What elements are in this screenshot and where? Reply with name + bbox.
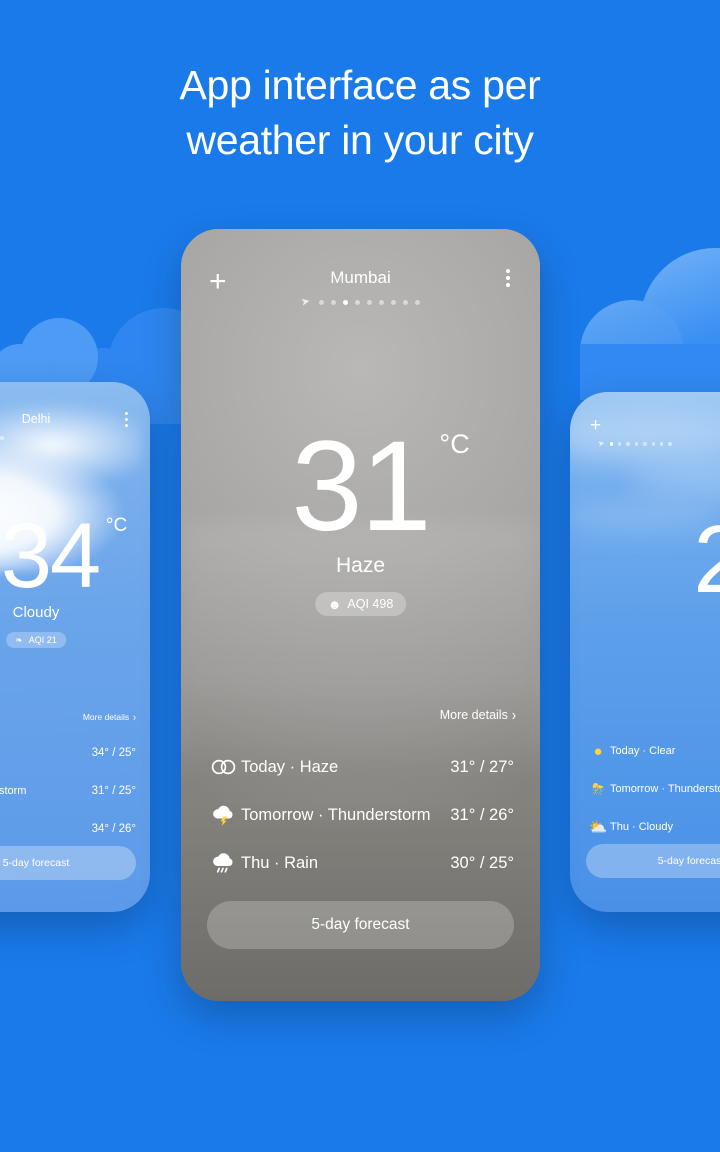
phone-mockup-mumbai: + Mumbai ➤ 31 °C Haze ☻ AQI 498 More det… xyxy=(181,229,540,1001)
temperature-unit: °C xyxy=(105,515,128,536)
forecast-label: Today · Haze xyxy=(241,757,339,776)
city-title: Bangalore xyxy=(570,419,720,433)
current-temperature-block: 26 °C xyxy=(570,512,720,608)
more-details-label: More details xyxy=(82,712,130,722)
forecast-range: 30° / 25° xyxy=(450,853,514,872)
thunderstorm-icon xyxy=(207,803,241,827)
forecast-label: Thunderstorm xyxy=(0,785,27,797)
page-title-line-1: App interface as per xyxy=(179,62,541,108)
forecast-range: 31° / 27° xyxy=(450,757,514,776)
overflow-menu-icon[interactable] xyxy=(125,412,128,427)
forecast-row[interactable]: ● Today · Clear xyxy=(586,732,720,770)
skull-icon: ☻ xyxy=(327,596,342,612)
city-pager[interactable]: ➤ xyxy=(570,438,720,449)
city-pager[interactable]: ➤ xyxy=(181,295,540,309)
five-day-forecast-button[interactable]: 5-day forecast xyxy=(0,846,136,880)
temperature-unit: °C xyxy=(439,429,470,459)
forecast-label: Tomorrow · Thunderstorm xyxy=(241,805,431,824)
forecast-label: Thu · Rain xyxy=(241,853,319,872)
forecast-label: Thu · Cloudy xyxy=(610,821,673,833)
city-pager[interactable]: ➤ xyxy=(0,434,150,442)
weather-app-screen-bangalore: + Bangalore ➤ 26 °C Clear ❧ AQI 14 xyxy=(570,392,720,912)
haze-icon xyxy=(207,759,241,775)
forecast-list: Today · Haze 31° / 27° Tomorrow · Thunde… xyxy=(181,743,540,887)
condition-label: Haze xyxy=(335,554,386,577)
location-arrow-icon: ➤ xyxy=(597,438,606,449)
forecast-range: 34° / 25° xyxy=(91,747,136,759)
forecast-label: Today · Clear xyxy=(610,745,676,757)
condition-label: Cloudy xyxy=(12,604,60,621)
rain-icon xyxy=(207,851,241,875)
five-day-forecast-button[interactable]: 5-day forecast xyxy=(207,901,514,949)
leaf-icon: ❧ xyxy=(15,634,23,645)
forecast-row[interactable]: Thu · Rain 30° / 25° xyxy=(207,839,514,887)
partly-cloudy-icon: ⛅ xyxy=(588,819,608,836)
forecast-row[interactable]: ⛅ Thu · Cloudy xyxy=(586,808,720,846)
forecast-range: 31° / 26° xyxy=(450,805,514,824)
more-details-link[interactable]: More details › xyxy=(82,710,136,724)
weather-app-screen-delhi: Delhi ➤ 34 °C Cloudy ❧ AQI 21 xyxy=(0,382,150,912)
thunderstorm-icon: ⛈ xyxy=(591,780,604,798)
forecast-range: 34° / 26° xyxy=(91,823,136,835)
overflow-menu-icon[interactable] xyxy=(506,269,510,287)
temperature-value: 26 °C xyxy=(693,506,720,613)
page-title: App interface as per weather in your cit… xyxy=(0,58,720,168)
phone-mockup-bangalore: + Bangalore ➤ 26 °C Clear ❧ AQI 14 xyxy=(570,392,720,912)
forecast-row[interactable]: Today · Haze 31° / 27° xyxy=(207,743,514,791)
location-arrow-icon: ➤ xyxy=(300,295,312,309)
more-details-label: More details xyxy=(439,708,508,722)
temperature-value: 31 °C xyxy=(291,415,470,558)
aqi-badge[interactable]: ☻ AQI 498 xyxy=(314,592,407,616)
forecast-row[interactable]: ⛈ Tomorrow · Thunderstorm xyxy=(586,770,720,808)
forecast-list: ☁ udy 34° / 25° ⛈ Thunderstorm 31° / 25°… xyxy=(0,734,150,848)
phone-mockup-delhi: Delhi ➤ 34 °C Cloudy ❧ AQI 21 xyxy=(0,382,150,912)
temperature-value: 34 °C xyxy=(0,505,128,607)
forecast-row[interactable]: 34° / 26° xyxy=(0,810,136,848)
chevron-right-icon: › xyxy=(511,706,516,724)
chevron-right-icon: › xyxy=(133,710,136,724)
current-temperature-block: 34 °C xyxy=(0,510,150,602)
forecast-list: ● Today · Clear ⛈ Tomorrow · Thunderstor… xyxy=(570,732,720,846)
sky-wisp-decoration xyxy=(630,462,720,498)
five-day-forecast-button[interactable]: 5-day forecast xyxy=(586,844,720,878)
condition-label: Clear xyxy=(570,610,720,627)
forecast-row[interactable]: ⛈ Thunderstorm 31° / 25° xyxy=(0,772,136,810)
forecast-range: 31° / 25° xyxy=(91,785,136,797)
background-cloud-icon-small xyxy=(0,318,130,404)
current-temperature-block: 31 °C xyxy=(181,423,540,551)
forecast-row[interactable]: Tomorrow · Thunderstorm 31° / 26° xyxy=(207,791,514,839)
forecast-label: udy xyxy=(0,747,92,759)
poster-canvas: App interface as per weather in your cit… xyxy=(0,0,720,1152)
city-title: Mumbai xyxy=(330,268,391,287)
aqi-label: AQI 498 xyxy=(347,597,394,611)
aqi-label: AQI 21 xyxy=(28,635,57,645)
forecast-row[interactable]: ☁ udy 34° / 25° xyxy=(0,734,136,772)
page-title-line-2: weather in your city xyxy=(186,117,534,163)
sun-icon: ● xyxy=(593,742,603,760)
forecast-label: Tomorrow · Thunderstorm xyxy=(610,783,720,795)
aqi-badge[interactable]: ❧ AQI 21 xyxy=(6,632,66,648)
background-cloud-icon-right xyxy=(580,248,720,404)
weather-app-screen-mumbai: + Mumbai ➤ 31 °C Haze ☻ AQI 498 More det… xyxy=(181,229,540,1001)
more-details-link[interactable]: More details › xyxy=(439,706,516,724)
